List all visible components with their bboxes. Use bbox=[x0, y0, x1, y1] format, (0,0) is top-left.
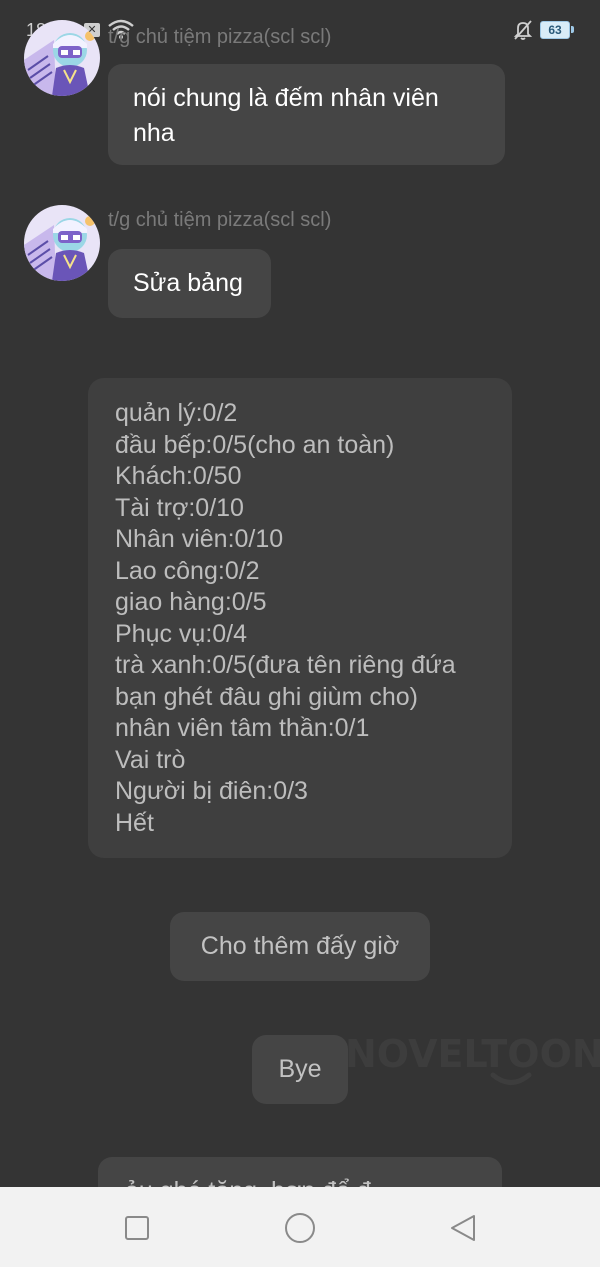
list-line: đầu bếp:0/5(cho an toàn) bbox=[115, 430, 395, 459]
sender-name: t/g chủ tiệm pizza(scl scl) bbox=[108, 26, 332, 48]
watermark-smile-icon bbox=[490, 1072, 532, 1085]
navigation-bar bbox=[0, 1187, 600, 1267]
message-bubble-center[interactable]: Cho thêm đấy giờ bbox=[170, 912, 430, 981]
list-line: Khách:0/50 bbox=[115, 462, 242, 490]
list-line: Hết bbox=[115, 808, 154, 837]
noveltoon-watermark: NOVELTOON bbox=[345, 1032, 600, 1076]
list-line: giao hàng:0/5 bbox=[115, 588, 267, 616]
recent-apps-square-icon[interactable] bbox=[122, 1213, 152, 1243]
list-line: bạn ghét đâu ghi giùm cho) bbox=[115, 682, 418, 711]
list-line: Phục vụ:0/4 bbox=[115, 619, 248, 648]
message-bubble-center[interactable]: Bye bbox=[252, 1035, 348, 1104]
message-bubble[interactable]: nói chung là đếm nhân viên nha bbox=[108, 64, 505, 165]
role-list-card[interactable]: quản lý:0/2 đầu bếp:0/5(cho an toàn) Khá… bbox=[88, 378, 512, 858]
bell-muted-icon bbox=[512, 19, 534, 46]
list-line: Người bị điên:0/3 bbox=[115, 777, 308, 805]
list-line: Nhân viên:0/10 bbox=[115, 525, 284, 553]
home-circle-icon[interactable] bbox=[284, 1212, 316, 1244]
sender-avatar[interactable] bbox=[24, 205, 100, 281]
sender-avatar[interactable] bbox=[24, 20, 100, 96]
back-triangle-icon[interactable] bbox=[448, 1213, 478, 1243]
message-bubble[interactable]: Sửa bảng bbox=[108, 249, 271, 318]
list-line: quản lý:0/2 bbox=[115, 399, 238, 427]
list-line: nhân viên tâm thần:0/1 bbox=[115, 714, 370, 742]
list-line: trà xanh:0/5(đưa tên riêng đứa bbox=[115, 651, 456, 679]
list-line: Lao công:0/2 bbox=[115, 556, 260, 585]
list-line: Tài trợ:0/10 bbox=[115, 493, 244, 522]
list-line: Vai trò bbox=[115, 745, 186, 774]
battery-tip bbox=[571, 26, 574, 33]
sender-name: t/g chủ tiệm pizza(scl scl) bbox=[108, 209, 332, 231]
battery-icon: 63 bbox=[540, 21, 570, 39]
